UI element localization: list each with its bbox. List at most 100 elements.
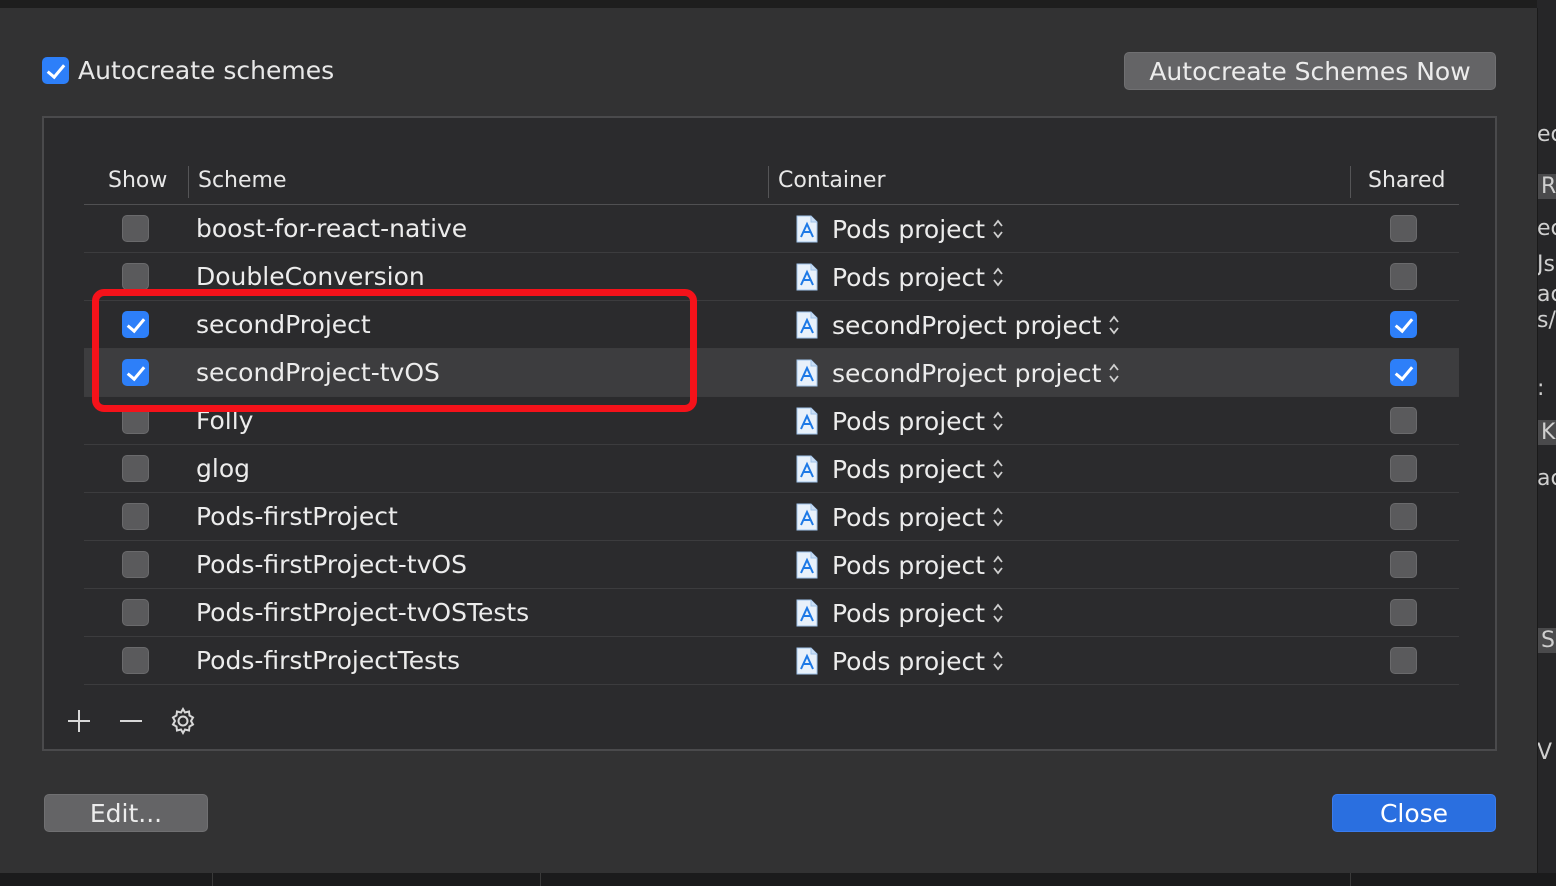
shared-checkbox[interactable] bbox=[1390, 263, 1417, 290]
stepper-chevrons-icon[interactable] bbox=[991, 600, 1005, 626]
shared-checkbox[interactable] bbox=[1390, 647, 1417, 674]
xcode-project-icon bbox=[796, 599, 818, 627]
bg-fragment: s/ bbox=[1537, 308, 1556, 333]
autocreate-schemes-now-button[interactable]: Autocreate Schemes Now bbox=[1124, 52, 1496, 90]
container-name: Pods project bbox=[832, 454, 986, 484]
stepper-chevrons-icon[interactable] bbox=[1107, 312, 1121, 338]
container-popup[interactable]: Pods project bbox=[796, 541, 1005, 589]
xcode-project-icon bbox=[796, 647, 818, 675]
bg-fragment: V bbox=[1537, 740, 1553, 765]
xcode-project-icon bbox=[796, 455, 818, 483]
show-checkbox[interactable] bbox=[122, 647, 149, 674]
stepper-chevrons-icon[interactable] bbox=[991, 504, 1005, 530]
bg-fragment: ac bbox=[1537, 282, 1556, 307]
container-name: Pods project bbox=[832, 502, 986, 532]
stepper-chevrons-icon[interactable] bbox=[991, 408, 1005, 434]
shared-checkbox[interactable] bbox=[1390, 551, 1417, 578]
edit-button[interactable]: Edit... bbox=[44, 794, 208, 832]
stepper-chevrons-icon[interactable] bbox=[991, 648, 1005, 674]
shared-checkbox[interactable] bbox=[1390, 503, 1417, 530]
bg-fragment: ac bbox=[1537, 466, 1556, 491]
background-window-bottom bbox=[0, 873, 1556, 886]
container-popup[interactable]: Pods project bbox=[796, 493, 1005, 541]
container-popup[interactable]: Pods project bbox=[796, 397, 1005, 445]
stepper-chevrons-icon[interactable] bbox=[991, 216, 1005, 242]
table-row[interactable]: Pods-firstProjectTests Pods project bbox=[84, 637, 1459, 685]
stepper-chevrons-icon[interactable] bbox=[991, 552, 1005, 578]
stepper-chevrons-icon[interactable] bbox=[991, 264, 1005, 290]
background-window-edge: ec Re ec Js ac s/ : Kc ac Sp V bbox=[1537, 0, 1556, 886]
scheme-name: glog bbox=[196, 454, 250, 483]
scheme-name: Pods-firstProjectTests bbox=[196, 646, 461, 675]
shared-checkbox[interactable] bbox=[1390, 599, 1417, 626]
header-container[interactable]: Container bbox=[778, 158, 886, 204]
bg-fragment: Sp bbox=[1537, 628, 1556, 653]
scheme-name: Pods-firstProject-tvOS bbox=[196, 550, 467, 579]
container-name: secondProject project bbox=[832, 310, 1102, 340]
scheme-name: Pods-firstProject-tvOSTests bbox=[196, 598, 530, 627]
gear-icon[interactable] bbox=[166, 704, 200, 738]
bg-fragment: : bbox=[1537, 376, 1545, 401]
xcode-project-icon bbox=[796, 311, 818, 339]
container-popup[interactable]: Pods project bbox=[796, 253, 1005, 301]
container-popup[interactable]: secondProject project bbox=[796, 301, 1121, 349]
header-shared[interactable]: Shared bbox=[1368, 158, 1445, 204]
table-body: boost-for-react-native Pods project Double… bbox=[84, 205, 1459, 685]
header-show[interactable]: Show bbox=[108, 158, 167, 204]
container-name: Pods project bbox=[832, 598, 986, 628]
shared-checkbox[interactable] bbox=[1390, 215, 1417, 242]
show-checkbox[interactable] bbox=[122, 551, 149, 578]
remove-icon[interactable] bbox=[114, 704, 148, 738]
stepper-chevrons-icon[interactable] bbox=[1107, 360, 1121, 386]
container-name: secondProject project bbox=[832, 358, 1102, 388]
show-checkbox[interactable] bbox=[122, 455, 149, 482]
container-popup[interactable]: Pods project bbox=[796, 589, 1005, 637]
shared-checkbox[interactable] bbox=[1390, 407, 1417, 434]
red-highlight-annotation bbox=[92, 289, 697, 412]
show-checkbox[interactable] bbox=[122, 503, 149, 530]
table-row[interactable]: glog Pods project bbox=[84, 445, 1459, 493]
bg-fragment: ec bbox=[1537, 122, 1556, 147]
table-header: Show Scheme Container Shared bbox=[84, 158, 1459, 205]
scheme-name: boost-for-react-native bbox=[196, 214, 468, 243]
autocreate-row: Autocreate schemes bbox=[42, 56, 334, 85]
bg-fragment: ec bbox=[1537, 216, 1556, 241]
shared-checkbox[interactable] bbox=[1390, 311, 1417, 338]
bg-fragment: Js bbox=[1537, 252, 1555, 277]
container-popup[interactable]: Pods project bbox=[796, 205, 1005, 253]
shared-checkbox[interactable] bbox=[1390, 455, 1417, 482]
close-button[interactable]: Close bbox=[1332, 794, 1496, 832]
show-checkbox[interactable] bbox=[122, 215, 149, 242]
schemes-table: Show Scheme Container Shared boost-for-r… bbox=[84, 158, 1459, 688]
table-row[interactable]: Pods-firstProject-tvOSTests Pods project bbox=[84, 589, 1459, 637]
container-popup[interactable]: Pods project bbox=[796, 445, 1005, 493]
stepper-chevrons-icon[interactable] bbox=[991, 456, 1005, 482]
show-checkbox[interactable] bbox=[122, 263, 149, 290]
table-toolbar bbox=[62, 704, 218, 738]
container-popup[interactable]: secondProject project bbox=[796, 349, 1121, 397]
xcode-project-icon bbox=[796, 407, 818, 435]
autocreate-label: Autocreate schemes bbox=[78, 56, 335, 85]
xcode-project-icon bbox=[796, 215, 818, 243]
container-popup[interactable]: Pods project bbox=[796, 637, 1005, 685]
bg-fragment: Re bbox=[1537, 174, 1556, 199]
shared-checkbox[interactable] bbox=[1390, 359, 1417, 386]
table-row[interactable]: boost-for-react-native Pods project bbox=[84, 205, 1459, 253]
autocreate-checkbox[interactable] bbox=[42, 57, 69, 84]
xcode-project-icon bbox=[796, 359, 818, 387]
xcode-project-icon bbox=[796, 263, 818, 291]
container-name: Pods project bbox=[832, 214, 986, 244]
header-scheme[interactable]: Scheme bbox=[198, 158, 287, 204]
show-checkbox[interactable] bbox=[122, 599, 149, 626]
scheme-name: Pods-firstProject bbox=[196, 502, 398, 531]
table-row[interactable]: Pods-firstProject-tvOS Pods project bbox=[84, 541, 1459, 589]
container-name: Pods project bbox=[832, 262, 986, 292]
table-row[interactable]: Pods-firstProject Pods project bbox=[84, 493, 1459, 541]
container-name: Pods project bbox=[832, 550, 986, 580]
schemes-panel: Show Scheme Container Shared boost-for-r… bbox=[42, 116, 1497, 751]
add-icon[interactable] bbox=[62, 704, 96, 738]
manage-schemes-sheet: Autocreate schemes Autocreate Schemes No… bbox=[0, 8, 1538, 873]
xcode-project-icon bbox=[796, 551, 818, 579]
container-name: Pods project bbox=[832, 646, 986, 676]
xcode-project-icon bbox=[796, 503, 818, 531]
